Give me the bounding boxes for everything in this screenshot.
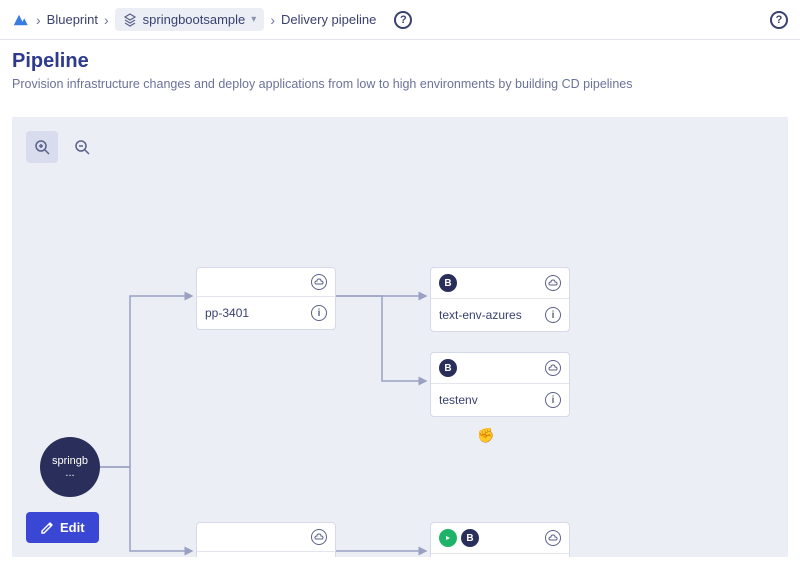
edit-button-label: Edit: [60, 520, 85, 535]
breadcrumb-page[interactable]: Delivery pipeline: [281, 12, 376, 27]
chevron-right-icon: ›: [36, 12, 41, 28]
build-badge: B: [439, 359, 457, 377]
pipeline-root-node[interactable]: springb ...: [40, 437, 100, 497]
deploy-icon: [545, 360, 561, 376]
help-icon-right[interactable]: ?: [770, 11, 788, 29]
pipeline-node-test-env-aws-sp[interactable]: B test-env-aws-spi: [430, 522, 570, 557]
pipeline-node-pp-3401[interactable]: pp-3401 i: [196, 267, 336, 330]
page-title: Pipeline: [12, 50, 788, 73]
canvas-toolbar: [26, 131, 98, 163]
edit-button[interactable]: Edit: [26, 512, 99, 543]
help-icon[interactable]: ?: [394, 11, 412, 29]
page-header: Pipeline Provision infrastructure change…: [0, 40, 800, 105]
zoom-in-button[interactable]: [26, 131, 58, 163]
pipeline-node-text-env-azures[interactable]: B text-env-azures i: [430, 267, 570, 332]
root-node-label-1: springb: [52, 455, 88, 467]
pipeline-node-test-gcp-env-sp[interactable]: test-gcp-env-spi: [196, 522, 336, 557]
stack-icon: [123, 13, 137, 27]
pipeline-edges: [12, 117, 788, 557]
info-icon[interactable]: i: [311, 305, 327, 321]
chevron-down-icon: ▾: [251, 14, 256, 25]
node-label: pp-3401: [205, 306, 249, 320]
chevron-right-icon: ›: [270, 12, 275, 28]
pipeline-canvas[interactable]: springb ... pp-3401i B text-env-azuresi …: [12, 117, 788, 557]
info-icon[interactable]: i: [545, 307, 561, 323]
deploy-icon: [545, 530, 561, 546]
grab-cursor-icon: ✊: [477, 427, 494, 444]
pencil-icon: [40, 521, 54, 535]
root-node-label-2: ...: [65, 467, 74, 479]
deploy-icon: [311, 274, 327, 290]
deploy-icon: [545, 275, 561, 291]
zoom-out-button[interactable]: [66, 131, 98, 163]
pipeline-node-testenv[interactable]: B testenv i: [430, 352, 570, 417]
breadcrumb-bar: › Blueprint › springbootsample ▾ › Deliv…: [0, 0, 800, 40]
info-icon[interactable]: i: [545, 392, 561, 408]
page-subtitle: Provision infrastructure changes and dep…: [12, 77, 788, 91]
node-label: text-env-azures: [439, 308, 522, 322]
breadcrumb-project-pill[interactable]: springbootsample ▾: [115, 8, 265, 31]
deploy-icon: [311, 529, 327, 545]
build-badge: B: [439, 274, 457, 292]
build-badge: B: [461, 529, 479, 547]
app-logo[interactable]: [12, 13, 30, 27]
status-success-badge: [439, 529, 457, 547]
node-label: testenv: [439, 393, 478, 407]
breadcrumb-root[interactable]: Blueprint: [47, 12, 98, 27]
breadcrumb-project-label: springbootsample: [143, 12, 246, 27]
chevron-right-icon: ›: [104, 12, 109, 28]
